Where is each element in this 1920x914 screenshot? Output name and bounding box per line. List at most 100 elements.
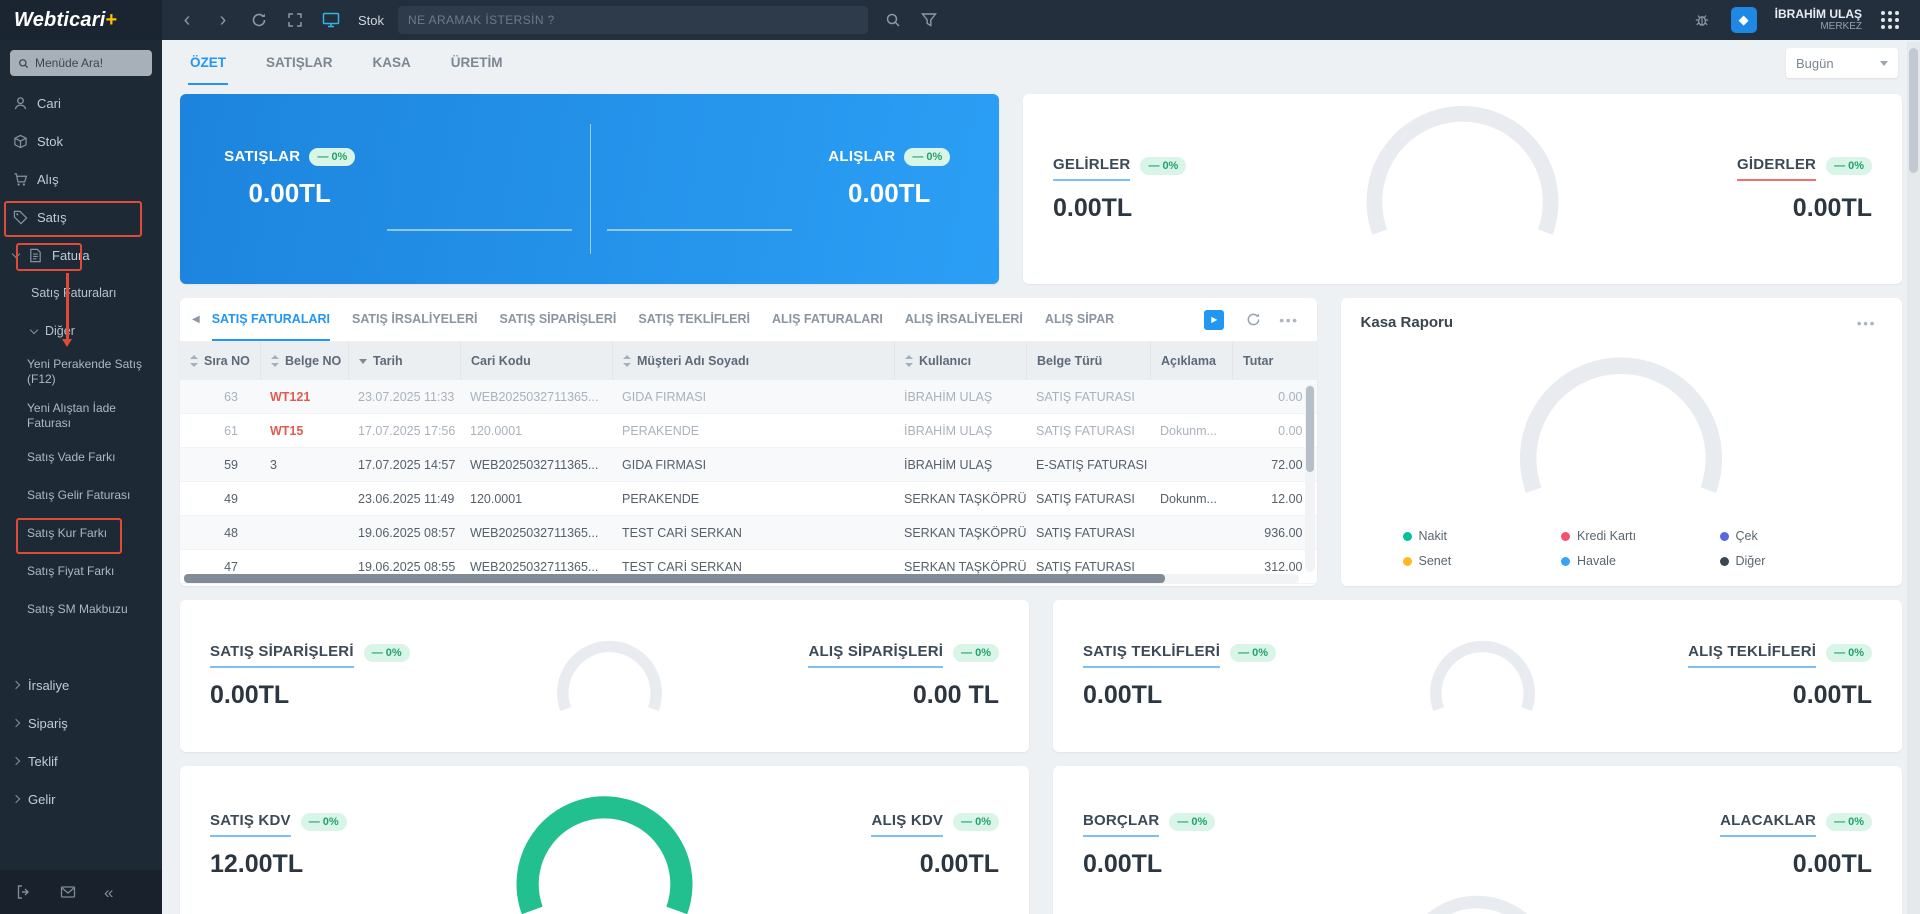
grid-tab-alis-faturalari[interactable]: ALIŞ FATURALARI (772, 298, 883, 341)
tab-satislar[interactable]: SATIŞLAR (264, 42, 335, 85)
legend-item-diger: Diğer (1720, 554, 1879, 568)
card-siparisler: SATIŞ SİPARİŞLERİ —0% 0.00TL ALIŞ SİPARİ… (180, 600, 1029, 752)
logout-icon[interactable] (16, 884, 32, 900)
sidebar-search-input[interactable] (35, 56, 144, 70)
card-kdv: SATIŞ KDV —0% 12.00TL ALIŞ KDV —0% 0.0 (180, 766, 1029, 914)
tab-ozet[interactable]: ÖZET (188, 42, 228, 85)
global-search-input[interactable] (408, 13, 858, 27)
table-row[interactable]: 63 WT121 23.07.2025 11:33 WEB20250327113… (180, 380, 1317, 414)
main-area: ‹ › Stok ◆ İBRAHİM ULAŞ MERKEZ (162, 0, 1920, 914)
scrollbar-thumb[interactable] (184, 574, 1165, 583)
table-row[interactable]: 49 23.06.2025 11:49 120.0001 PERAKENDE S… (180, 482, 1317, 516)
nav-back-button[interactable]: ‹ (176, 9, 198, 31)
sidebar-item-alis[interactable]: Alış (0, 160, 162, 198)
sidebar-item-siparis[interactable]: Sipariş (0, 704, 162, 742)
global-search[interactable] (398, 6, 868, 34)
sidebar-item-cari[interactable]: Cari (0, 84, 162, 122)
trend-badge: —0% (953, 644, 999, 662)
column-header-kullanici[interactable]: Kullanıcı (894, 342, 1026, 380)
trend-flat-icon: — (961, 816, 972, 828)
trend-flat-icon: — (309, 816, 320, 828)
tab-uretim[interactable]: ÜRETİM (449, 42, 505, 85)
sidebar-item-satis-sm-makbuzu[interactable]: Satış SM Makbuzu (0, 590, 162, 628)
satis-siparisleri-metric: SATIŞ SİPARİŞLERİ —0% 0.00TL (210, 600, 410, 752)
table-row[interactable]: 48 19.06.2025 08:57 WEB2025032711365... … (180, 516, 1317, 550)
metric-value: 0.00TL (1793, 850, 1872, 879)
column-header-tarih[interactable]: Tarih (348, 342, 460, 380)
tabs-scroll-left-button[interactable]: ◀ (192, 314, 200, 325)
sidebar-item-satis[interactable]: Satış (0, 198, 162, 236)
grid-tab-alis-irsaliyeleri[interactable]: ALIŞ İRSALİYELERİ (905, 298, 1023, 341)
grid-tab-satis-siparisleri[interactable]: SATIŞ SİPARİŞLERİ (499, 298, 616, 341)
refresh-button[interactable] (248, 9, 270, 31)
metric-title: SATIŞLAR (224, 148, 300, 165)
column-header-cari-kodu[interactable]: Cari Kodu (460, 342, 612, 380)
mail-icon[interactable] (60, 884, 76, 900)
search-button[interactable] (882, 9, 904, 31)
monitor-button[interactable] (320, 9, 342, 31)
grid-tab-satis-teklifleri[interactable]: SATIŞ TEKLİFLERİ (638, 298, 750, 341)
alacaklar-metric: ALACAKLAR —0% 0.00TL (1720, 766, 1872, 914)
card-borclar-alacaklar: BORÇLAR —0% 0.00TL ALACAKLAR —0% 0.00T (1053, 766, 1902, 914)
grid-vertical-scrollbar[interactable] (1305, 384, 1315, 572)
app-logo[interactable]: Webticari + (0, 0, 162, 40)
nav-forward-button[interactable]: › (212, 9, 234, 31)
sidebar-search[interactable] (10, 50, 152, 76)
gauge-container (1276, 600, 1688, 752)
column-header-belge-turu[interactable]: Belge Türü (1026, 342, 1150, 380)
sidebar-item-satis-kur-farki[interactable]: Satış Kur Farkı (0, 514, 162, 552)
column-header-aciklama[interactable]: Açıklama (1150, 342, 1232, 380)
date-range-select[interactable]: Bugün (1786, 48, 1898, 78)
grid-horizontal-scrollbar[interactable] (184, 574, 1299, 583)
sidebar-item-satis-fiyat-farki[interactable]: Satış Fiyat Farkı (0, 552, 162, 590)
table-row[interactable]: 61 WT15 17.07.2025 17:56 120.0001 PERAKE… (180, 414, 1317, 448)
search-scope-label[interactable]: Stok (358, 13, 384, 28)
grid-body: 63 WT121 23.07.2025 11:33 WEB20250327113… (180, 380, 1317, 584)
trend-badge: —0% (1826, 157, 1872, 175)
scrollbar-thumb[interactable] (1306, 386, 1314, 472)
sidebar-item-yurt-disi-satis[interactable] (0, 628, 162, 666)
column-header-musteri[interactable]: Müşteri Adı Soyadı (612, 342, 894, 380)
sidebar-footer: « (0, 870, 162, 914)
legend-item-senet: Senet (1403, 554, 1561, 568)
page-scrollbar[interactable] (1907, 42, 1920, 914)
sidebar-item-satis-gelir-faturasi[interactable]: Satış Gelir Faturası (0, 476, 162, 514)
tabs-scroll-right-button[interactable]: ▶ (1204, 310, 1224, 330)
scrollbar-thumb[interactable] (1909, 48, 1918, 173)
collapse-sidebar-icon[interactable]: « (104, 884, 113, 901)
debug-button[interactable] (1691, 9, 1713, 31)
sidebar-item-diger[interactable]: Diğer (0, 312, 162, 350)
filter-button[interactable] (918, 9, 940, 31)
column-header-belge-no[interactable]: Belge NO (260, 342, 348, 380)
grid-refresh-button[interactable] (1246, 312, 1261, 327)
apps-grid-button[interactable] (1880, 10, 1900, 30)
metric-value: 0.00TL (1053, 194, 1203, 223)
sidebar-item-satis-faturalari[interactable]: Satış Faturaları (0, 274, 162, 312)
card-divider (590, 124, 591, 254)
metric-title: GELİRLER (1053, 156, 1130, 181)
sidebar-item-yeni-perakende-satis[interactable]: Yeni Perakende Satış (F12) (0, 350, 162, 394)
grid-tab-alis-siparisleri[interactable]: ALIŞ SİPAR (1045, 298, 1114, 341)
sidebar-item-teklif[interactable]: Teklif (0, 742, 162, 780)
column-header-sira-no[interactable]: Sıra NO (180, 342, 260, 380)
user-menu[interactable]: İBRAHİM ULAŞ MERKEZ (1775, 7, 1862, 33)
table-row[interactable]: 59 3 17.07.2025 14:57 WEB2025032711365..… (180, 448, 1317, 482)
sidebar-item-yeni-alistan-iade[interactable]: Yeni Alıştan İade Faturası (0, 394, 162, 438)
sidebar-item-satis-vade-farki[interactable]: Satış Vade Farkı (0, 438, 162, 476)
sidebar-item-gelir[interactable]: Gelir (0, 780, 162, 818)
trend-badge: —0% (364, 644, 410, 662)
fullscreen-button[interactable] (284, 9, 306, 31)
tab-kasa[interactable]: KASA (371, 42, 413, 85)
sidebar-item-irsaliye[interactable]: İrsaliye (0, 666, 162, 704)
column-header-tutar[interactable]: Tutar (1232, 342, 1317, 380)
grid-more-menu[interactable]: ••• (1273, 312, 1304, 328)
sidebar-item-stok[interactable]: Stok (0, 122, 162, 160)
trend-flat-icon: — (372, 647, 383, 659)
kasa-more-menu[interactable]: ••• (1851, 315, 1882, 331)
satis-kdv-metric: SATIŞ KDV —0% 12.00TL (210, 766, 360, 914)
grid-tab-satis-irsaliyeleri[interactable]: SATIŞ İRSALİYELERİ (352, 298, 477, 341)
app-switch-button[interactable]: ◆ (1731, 7, 1757, 33)
sidebar-item-fatura[interactable]: Fatura (0, 236, 162, 274)
grid-tab-satis-faturalari[interactable]: SATIŞ FATURALARI (212, 298, 330, 341)
alislar-metric: ALIŞLAR —0% 0.00TL (590, 94, 1000, 284)
